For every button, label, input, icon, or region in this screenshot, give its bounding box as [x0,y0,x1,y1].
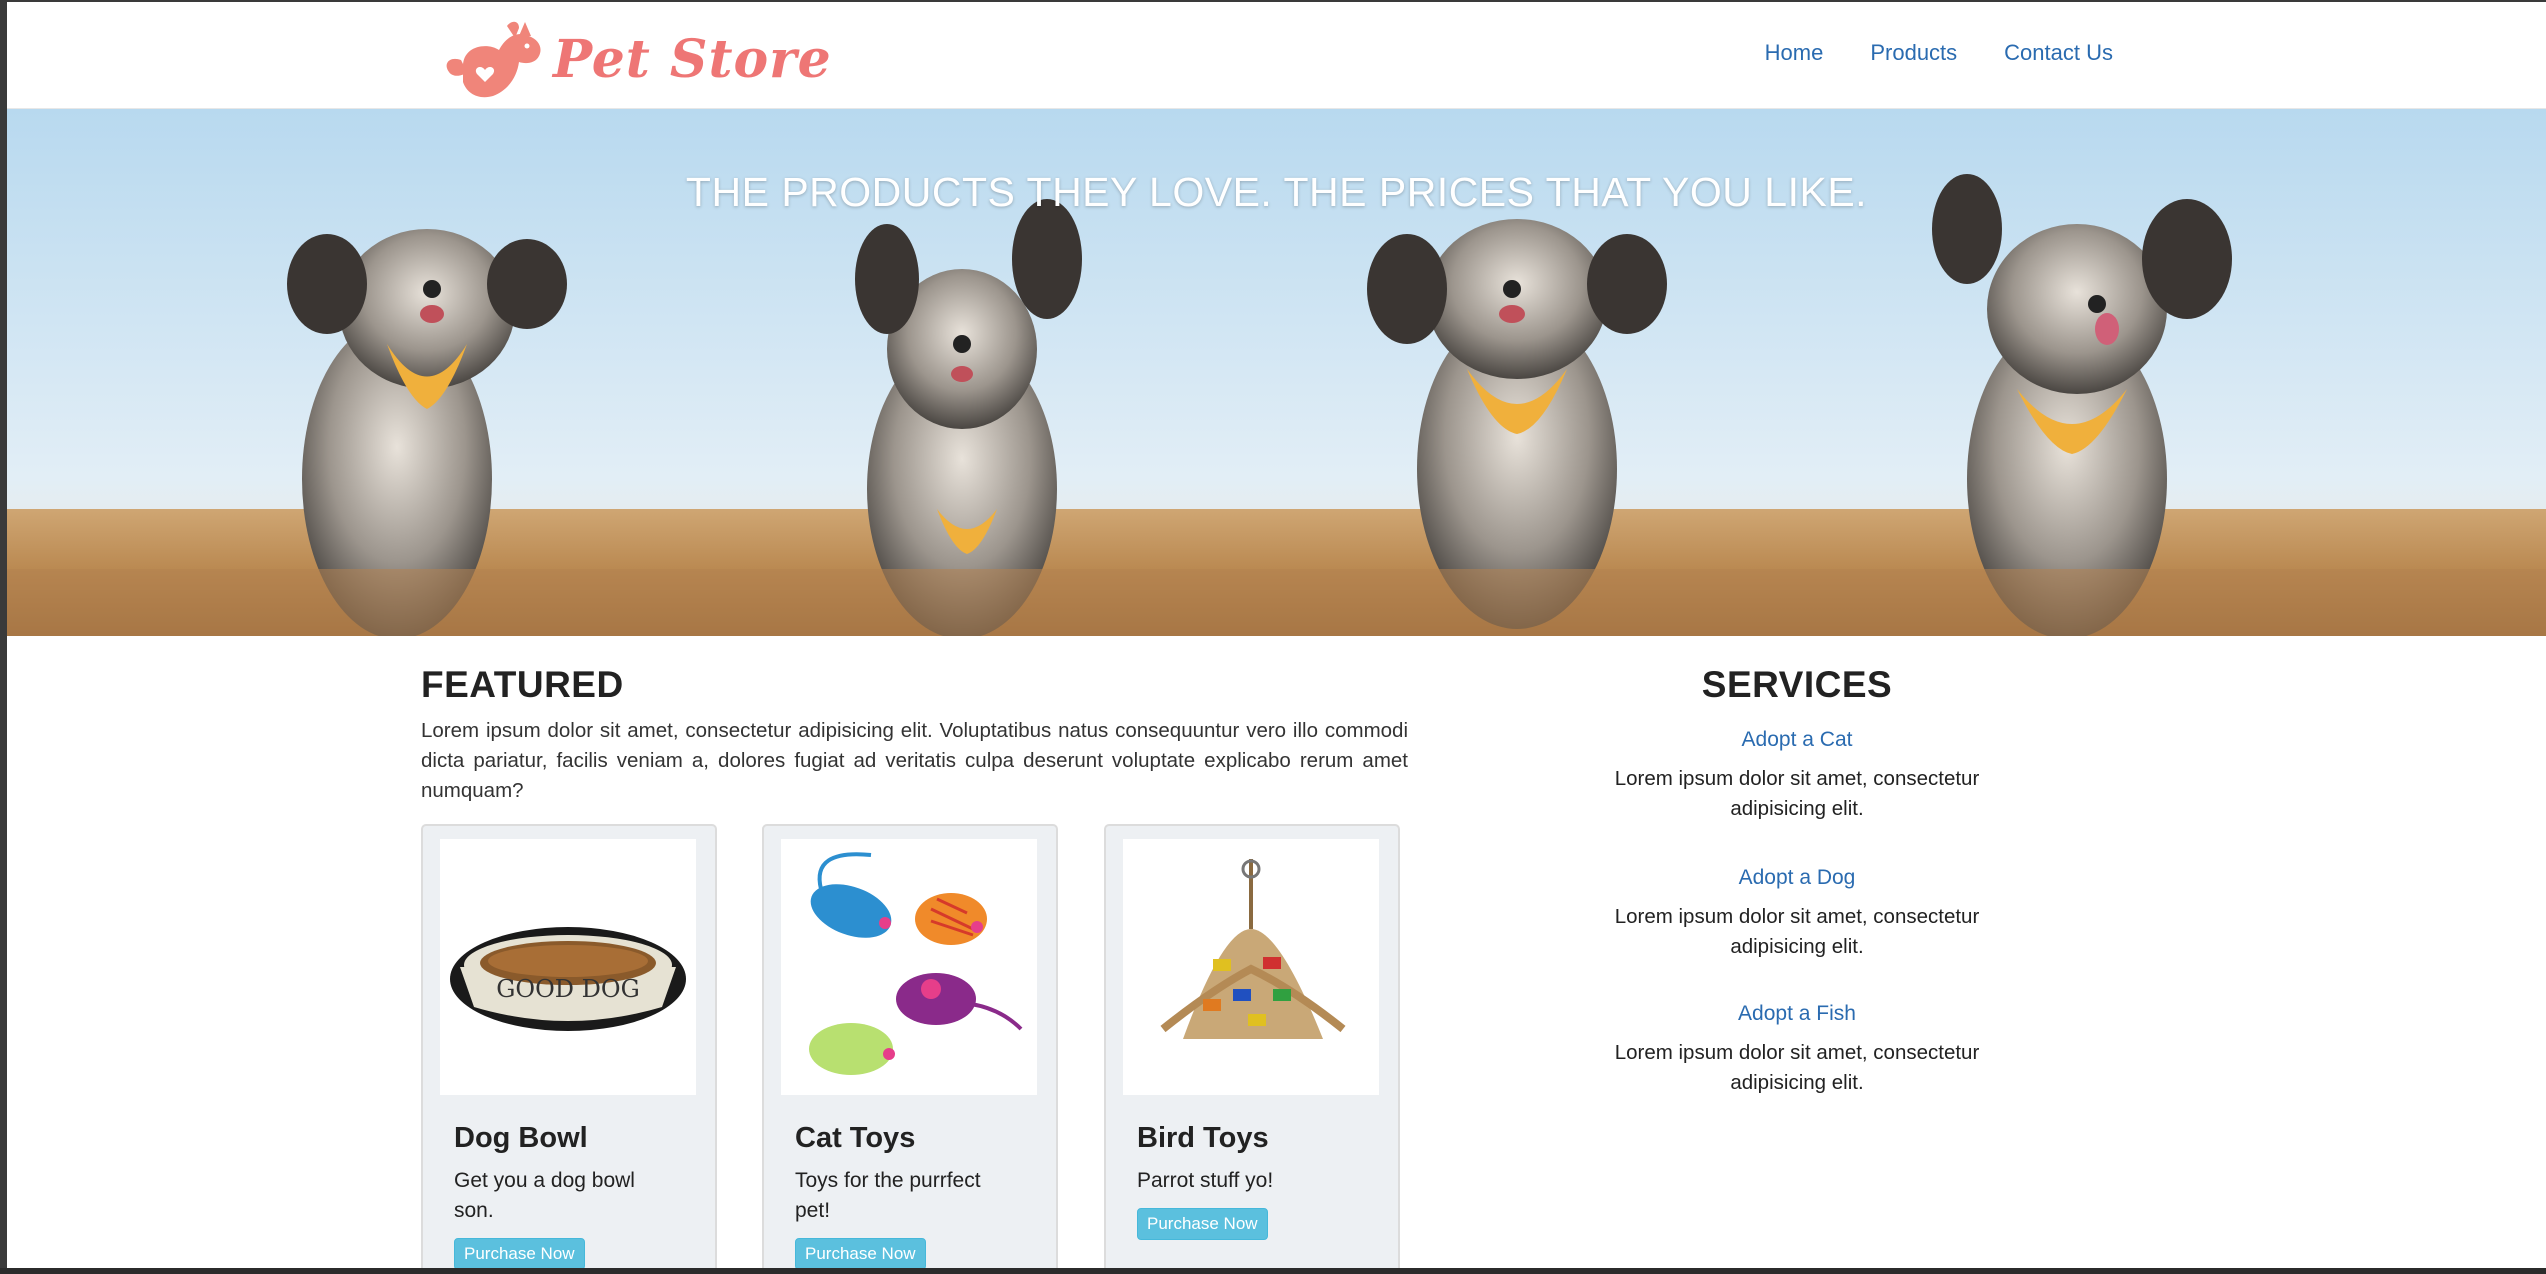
brand-logo[interactable]: Pet Store [439,16,832,102]
dog-logo-icon [446,21,541,98]
main-nav: Home Products Contact Us [1765,40,2113,66]
hero-banner: THE PRODUCTS THEY LOVE. THE PRICES THAT … [7,109,2546,636]
dog-bowl-image: GOOD DOG [440,839,696,1095]
navbar: Pet Store Home Products Contact Us [7,2,2546,109]
product-card-bird-toys: Bird Toys Parrot stuff yo! Purchase Now [1104,824,1400,1270]
services-heading: SERVICES [1701,664,1893,705]
product-card-cat-toys: Cat Toys Toys for the purrfect pet! Purc… [762,824,1058,1270]
nav-contact-us[interactable]: Contact Us [2004,40,2113,66]
window-bottom-edge [0,1268,2546,1274]
purchase-now-button[interactable]: Purchase Now [454,1238,585,1270]
product-description: Parrot stuff yo! [1137,1169,1274,1192]
product-title: Dog Bowl [454,1122,588,1154]
product-title: Bird Toys [1137,1122,1269,1154]
service-description: Lorem ipsum dolor sit amet, consectetur … [1614,1041,1980,1094]
adopt-a-dog-link[interactable]: Adopt a Dog [1507,866,2087,890]
toy-mice-image [781,839,1037,1095]
product-description: Get you a dog bowl son. [454,1169,635,1222]
service-item-dog: Adopt a Dog Lorem ipsum dolor sit amet, … [1507,866,2087,962]
svg-text:GOOD DOG: GOOD DOG [496,975,639,1003]
nav-products[interactable]: Products [1870,40,1957,66]
parrot-toy-image [1123,839,1379,1095]
hero-caption: THE PRODUCTS THEY LOVE. THE PRICES THAT … [685,169,1868,215]
featured-intro: Lorem ipsum dolor sit amet, consectetur … [421,719,1408,802]
brand-name: Pet Store [553,28,832,90]
service-description: Lorem ipsum dolor sit amet, consectetur … [1614,767,1980,820]
product-description: Toys for the purrfect pet! [795,1169,981,1222]
featured-heading: FEATURED [421,664,624,705]
purchase-now-button[interactable]: Purchase Now [1137,1208,1268,1240]
featured-section: FEATURED Lorem ipsum dolor sit amet, con… [421,664,1408,806]
product-card-dog-bowl: GOOD DOG Dog Bowl Get you a dog bowl son… [421,824,717,1270]
adopt-a-cat-link[interactable]: Adopt a Cat [1507,728,2087,752]
page: Pet Store Home Products Contact Us THE P… [7,2,2546,1270]
purchase-now-button[interactable]: Purchase Now [795,1238,926,1270]
nav-home[interactable]: Home [1765,40,1824,66]
product-title: Cat Toys [795,1122,916,1154]
services-section: SERVICES Adopt a Cat Lorem ipsum dolor s… [1507,664,2087,1098]
service-item-cat: Adopt a Cat Lorem ipsum dolor sit amet, … [1507,728,2087,824]
service-description: Lorem ipsum dolor sit amet, consectetur … [1614,905,1980,958]
adopt-a-fish-link[interactable]: Adopt a Fish [1507,1002,2087,1026]
service-item-fish: Adopt a Fish Lorem ipsum dolor sit amet,… [1507,1002,2087,1098]
